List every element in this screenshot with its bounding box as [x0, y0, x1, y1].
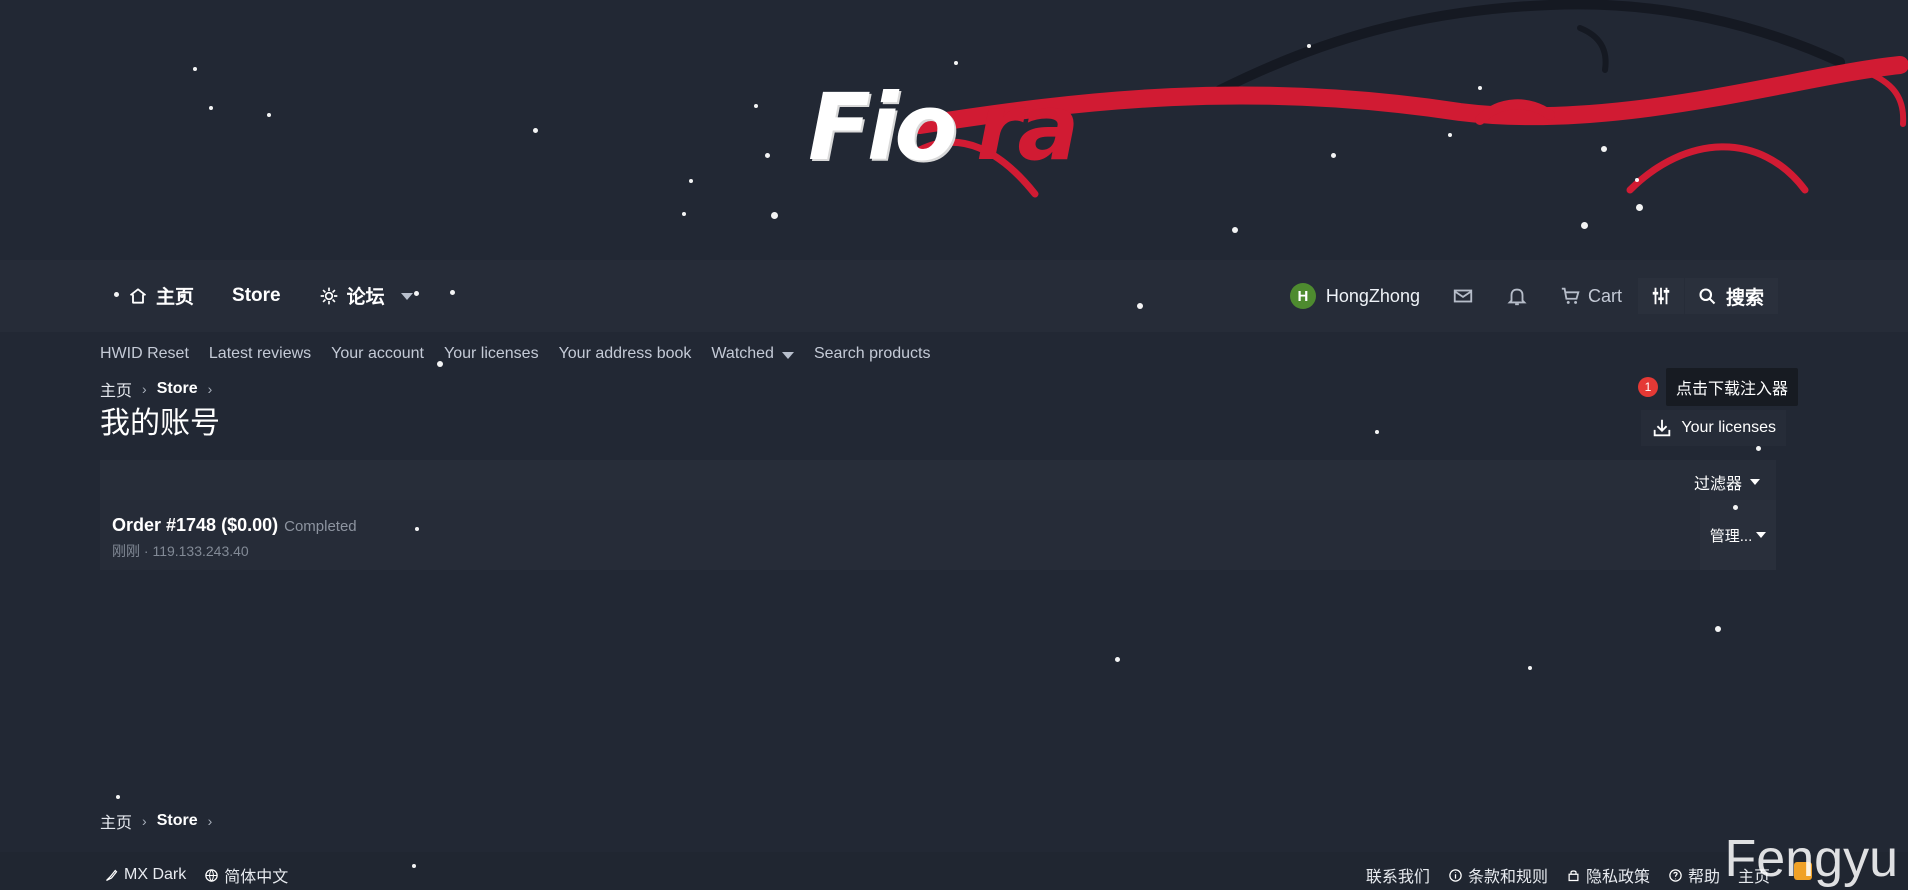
chevron-down-icon[interactable] [400, 293, 413, 300]
chevron-right-icon: › [207, 381, 213, 397]
alerts-button[interactable] [1490, 278, 1544, 314]
watermark: Fengyu [1724, 830, 1898, 888]
subnav-latest-reviews[interactable]: Latest reviews [209, 345, 311, 363]
filters-label: 过滤器 [1693, 476, 1742, 493]
nav-forum[interactable]: 论坛 [319, 282, 413, 309]
subnav-your-account[interactable]: Your account [331, 345, 424, 363]
notification-badge: 1 [1637, 377, 1658, 397]
chevron-down-icon [1756, 532, 1767, 538]
account-nav: H HongZhong Cart 搜索 [1279, 278, 1778, 314]
language-chooser[interactable]: 简体中文 [204, 863, 288, 887]
primary-nav: 主页 Store 论坛 [128, 282, 413, 309]
order-title[interactable]: Order #1748 ($0.00) [112, 515, 278, 536]
username: HongZhong [1325, 285, 1420, 306]
chevron-right-icon: › [142, 381, 147, 397]
avatar: H [1289, 283, 1316, 309]
lock-icon [1568, 869, 1579, 881]
tools-button[interactable] [1637, 278, 1684, 314]
nav-forum-label: 论坛 [346, 287, 385, 308]
your-licenses-label: Your licenses [1681, 419, 1776, 436]
terms-label: 条款和规则 [1467, 869, 1548, 886]
house-icon [129, 287, 147, 304]
subnav-search-products[interactable]: Search products [814, 345, 931, 363]
snowflake [1375, 430, 1379, 434]
store-subnav: HWID Reset Latest reviews Your account Y… [100, 345, 930, 363]
subnav-your-licenses[interactable]: Your licenses [444, 345, 539, 363]
theme-label: MX Dark [124, 866, 187, 883]
inbox-button[interactable] [1436, 278, 1490, 314]
search-button[interactable]: 搜索 [1684, 278, 1778, 314]
chevron-right-icon: › [142, 813, 147, 829]
download-injector: 1 点击下载注入器 [1637, 368, 1798, 406]
cart-icon [1561, 287, 1580, 304]
order-info: Order #1748 ($0.00) Completed 刚刚 · 119.1… [112, 515, 357, 561]
manage-label: 管理... [1709, 527, 1753, 545]
search-label: 搜索 [1725, 287, 1764, 309]
chevron-right-icon: › [207, 813, 213, 829]
snowflake [1715, 626, 1721, 632]
brush-icon [106, 869, 118, 881]
envelope-icon [1453, 289, 1473, 303]
footer-terms[interactable]: 条款和规则 [1448, 863, 1548, 887]
footer-left: MX Dark 简体中文 [104, 863, 288, 887]
help-label: 帮助 [1687, 869, 1720, 886]
download-icon [1654, 419, 1671, 437]
breadcrumb-home[interactable]: 主页 [100, 377, 132, 401]
subnav-address-book[interactable]: Your address book [559, 345, 692, 363]
info-icon [1449, 868, 1462, 882]
snowflake [1528, 666, 1532, 670]
footer-links: 联系我们 条款和规则 隐私政策 帮助 主页 [1366, 863, 1770, 887]
nav-store[interactable]: Store [232, 285, 281, 307]
subnav-watched-label: Watched [711, 345, 774, 362]
language-label: 简体中文 [224, 869, 289, 886]
main-navigation: 主页 Store 论坛 H HongZhong Cart 搜索 [0, 260, 1908, 332]
breadcrumb: 主页 › Store › [100, 377, 212, 401]
order-status: Completed [284, 518, 357, 535]
privacy-label: 隐私政策 [1585, 869, 1650, 886]
footer-breadcrumb: 主页 › Store › [100, 809, 212, 833]
globe-icon [205, 868, 218, 882]
bell-icon [1507, 288, 1527, 306]
subnav-watched[interactable]: Watched [711, 345, 794, 363]
logo-ra: ra [976, 74, 1079, 181]
breadcrumb-home[interactable]: 主页 [100, 809, 132, 833]
cart-button[interactable]: Cart [1544, 278, 1638, 314]
your-licenses-button[interactable]: Your licenses [1641, 410, 1786, 446]
nav-home[interactable]: 主页 [128, 282, 194, 309]
filter-bar: 过滤器 [100, 460, 1776, 500]
order-meta: 刚刚 · 119.133.243.40 [112, 543, 249, 559]
subnav-hwid-reset[interactable]: HWID Reset [100, 345, 189, 363]
logo-fio: Fio [808, 74, 958, 181]
order-list-item[interactable]: Order #1748 ($0.00) Completed 刚刚 · 119.1… [100, 500, 1776, 570]
chevron-down-icon [1750, 479, 1760, 485]
chevron-down-icon [781, 351, 794, 359]
logo[interactable]: Fio ra [808, 82, 1088, 192]
footer-help[interactable]: 帮助 [1668, 863, 1720, 887]
nav-store-label: Store [232, 284, 281, 306]
header-banner: Fio ra [0, 0, 1908, 260]
contact-label: 联系我们 [1365, 869, 1430, 886]
cart-label: Cart [1587, 285, 1622, 306]
footer-privacy[interactable]: 隐私政策 [1566, 863, 1650, 887]
order-heading: Order #1748 ($0.00) Completed [112, 515, 357, 536]
manage-button[interactable]: 管理... [1700, 500, 1776, 570]
breadcrumb-store[interactable]: Store [157, 812, 198, 830]
filters-button[interactable]: 过滤器 [1694, 470, 1760, 494]
footer: MX Dark 简体中文 联系我们 条款和规则 隐私政策 帮助 主页 [0, 852, 1908, 890]
gear-icon [320, 287, 337, 304]
nav-home-label: 主页 [156, 287, 195, 308]
download-tooltip[interactable]: 点击下载注入器 [1665, 368, 1798, 406]
user-menu[interactable]: H HongZhong [1279, 278, 1436, 314]
snowflake [1115, 657, 1120, 662]
footer-contact[interactable]: 联系我们 [1366, 863, 1430, 887]
snowflake [116, 795, 120, 799]
theme-chooser[interactable]: MX Dark [104, 866, 186, 884]
breadcrumb-store[interactable]: Store [157, 380, 198, 398]
search-icon [1699, 287, 1716, 304]
sliders-icon [1652, 287, 1670, 305]
page-title: 我的账号 [100, 407, 220, 440]
question-icon [1669, 868, 1682, 882]
snowflake [1756, 446, 1761, 451]
